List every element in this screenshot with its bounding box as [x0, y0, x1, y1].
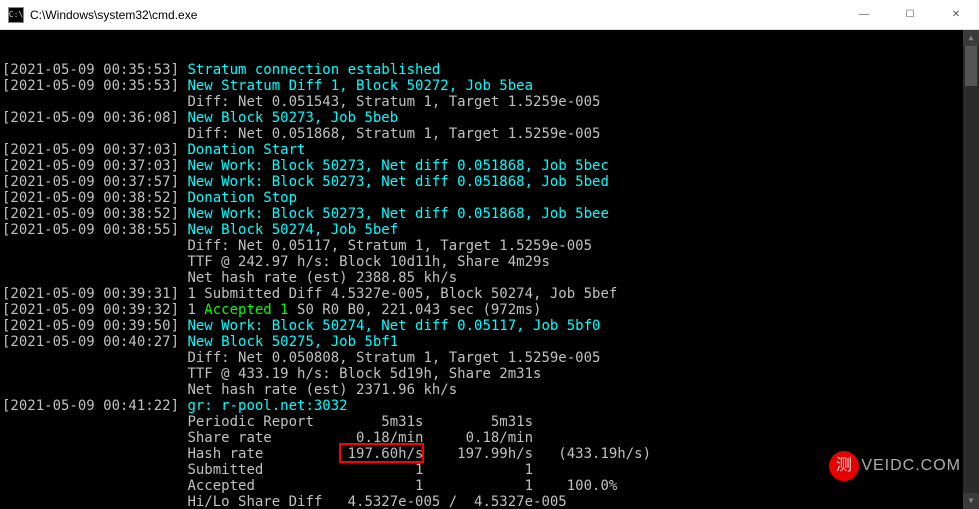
console-line: TTF @ 433.19 h/s: Block 5d19h, Share 2m3…	[2, 366, 977, 382]
console-line: [2021-05-09 00:38:55] New Block 50274, J…	[2, 222, 977, 238]
timestamp	[2, 254, 187, 270]
timestamp: [2021-05-09 00:35:53]	[2, 78, 187, 94]
watermark-badge-icon: 测	[829, 451, 859, 481]
text: New Work: Block 50273, Net diff 0.051868…	[187, 158, 608, 174]
titlebar[interactable]: C:\ C:\Windows\system32\cmd.exe — ☐ ✕	[0, 0, 979, 30]
console-output[interactable]: [2021-05-09 00:35:53] Stratum connection…	[0, 30, 979, 509]
timestamp	[2, 238, 187, 254]
text: New Work: Block 50273, Net diff 0.051868…	[187, 206, 608, 222]
timestamp: [2021-05-09 00:37:03]	[2, 142, 187, 158]
scroll-down-icon[interactable]: ▼	[963, 493, 979, 509]
console-line: [2021-05-09 00:37:57] New Work: Block 50…	[2, 174, 977, 190]
timestamp	[2, 494, 187, 509]
console-line: [2021-05-09 00:39:32] 1 Accepted 1 S0 R0…	[2, 302, 977, 318]
text: Hash rate 197.60h/s 197.99h/s (433.19h/s…	[187, 446, 651, 462]
console-line: [2021-05-09 00:39:50] New Work: Block 50…	[2, 318, 977, 334]
text: Donation Stop	[187, 190, 297, 206]
watermark-text: VEIDC.COM	[861, 458, 961, 474]
console-line: Diff: Net 0.051868, Stratum 1, Target 1.…	[2, 126, 977, 142]
timestamp	[2, 382, 187, 398]
text: Diff: Net 0.05117, Stratum 1, Target 1.5…	[187, 238, 592, 254]
text: Periodic Report 5m31s 5m31s	[187, 414, 533, 430]
text: New Work: Block 50273, Net diff 0.051868…	[187, 174, 608, 190]
timestamp	[2, 430, 187, 446]
console-line: [2021-05-09 00:35:53] New Stratum Diff 1…	[2, 78, 977, 94]
text: TTF @ 242.97 h/s: Block 10d11h, Share 4m…	[187, 254, 549, 270]
watermark: 测 VEIDC.COM	[829, 451, 961, 481]
console-line: [2021-05-09 00:37:03] New Work: Block 50…	[2, 158, 977, 174]
text: New Block 50275, Job 5bf1	[187, 334, 398, 350]
timestamp: [2021-05-09 00:38:52]	[2, 206, 187, 222]
timestamp	[2, 270, 187, 286]
text: Submitted 1 1	[187, 462, 533, 478]
console-line: Hi/Lo Share Diff 4.5327e-005 / 4.5327e-0…	[2, 494, 977, 509]
timestamp	[2, 446, 187, 462]
maximize-button[interactable]: ☐	[887, 0, 933, 29]
console-line: [2021-05-09 00:36:08] New Block 50273, J…	[2, 110, 977, 126]
timestamp: [2021-05-09 00:35:53]	[2, 62, 187, 78]
console-line: Diff: Net 0.050808, Stratum 1, Target 1.…	[2, 350, 977, 366]
text: Diff: Net 0.050808, Stratum 1, Target 1.…	[187, 350, 600, 366]
timestamp: [2021-05-09 00:36:08]	[2, 110, 187, 126]
console-line: [2021-05-09 00:35:53] Stratum connection…	[2, 62, 977, 78]
timestamp: [2021-05-09 00:40:27]	[2, 334, 187, 350]
timestamp	[2, 366, 187, 382]
console-line: [2021-05-09 00:38:52] New Work: Block 50…	[2, 206, 977, 222]
text: Hi/Lo Share Diff 4.5327e-005 / 4.5327e-0…	[187, 494, 566, 509]
timestamp: [2021-05-09 00:39:32]	[2, 302, 187, 318]
timestamp	[2, 126, 187, 142]
text: Donation Start	[187, 142, 305, 158]
console-line: [2021-05-09 00:40:27] New Block 50275, J…	[2, 334, 977, 350]
close-button[interactable]: ✕	[933, 0, 979, 29]
timestamp	[2, 462, 187, 478]
console-line: Diff: Net 0.051543, Stratum 1, Target 1.…	[2, 94, 977, 110]
console-line: [2021-05-09 00:37:03] Donation Start	[2, 142, 977, 158]
timestamp: [2021-05-09 00:41:22]	[2, 398, 187, 414]
cmd-icon: C:\	[8, 7, 24, 23]
timestamp: [2021-05-09 00:37:57]	[2, 174, 187, 190]
console-line: Net hash rate (est) 2388.85 kh/s	[2, 270, 977, 286]
scroll-up-icon[interactable]: ▲	[963, 30, 979, 46]
timestamp	[2, 478, 187, 494]
console-line: TTF @ 242.97 h/s: Block 10d11h, Share 4m…	[2, 254, 977, 270]
timestamp	[2, 350, 187, 366]
text: Stratum connection established	[187, 62, 440, 78]
text: New Work: Block 50274, Net diff 0.05117,…	[187, 318, 600, 334]
text: Share rate 0.18/min 0.18/min	[187, 430, 533, 446]
timestamp: [2021-05-09 00:38:55]	[2, 222, 187, 238]
window-title: C:\Windows\system32\cmd.exe	[24, 8, 841, 22]
window-buttons: — ☐ ✕	[841, 0, 979, 29]
console-line: [2021-05-09 00:41:22] gr: r-pool.net:303…	[2, 398, 977, 414]
scrollbar[interactable]: ▲ ▼	[963, 30, 979, 509]
text: TTF @ 433.19 h/s: Block 5d19h, Share 2m3…	[187, 366, 541, 382]
accepted-text: Accepted 1	[204, 302, 288, 318]
console-line: Net hash rate (est) 2371.96 kh/s	[2, 382, 977, 398]
text: gr: r-pool.net:3032	[187, 398, 347, 414]
console-line: [2021-05-09 00:39:31] 1 Submitted Diff 4…	[2, 286, 977, 302]
timestamp: [2021-05-09 00:38:52]	[2, 190, 187, 206]
timestamp: [2021-05-09 00:37:03]	[2, 158, 187, 174]
text: Diff: Net 0.051868, Stratum 1, Target 1.…	[187, 126, 600, 142]
text: New Stratum Diff 1, Block 50272, Job 5be…	[187, 78, 533, 94]
timestamp	[2, 414, 187, 430]
text: 1	[187, 302, 204, 318]
console-line: [2021-05-09 00:38:52] Donation Stop	[2, 190, 977, 206]
timestamp	[2, 94, 187, 110]
console-line: Periodic Report 5m31s 5m31s	[2, 414, 977, 430]
text: New Block 50274, Job 5bef	[187, 222, 398, 238]
console-line: Diff: Net 0.05117, Stratum 1, Target 1.5…	[2, 238, 977, 254]
text: 1 Submitted Diff 4.5327e-005, Block 5027…	[187, 286, 617, 302]
scroll-thumb[interactable]	[965, 46, 977, 86]
console-line: Share rate 0.18/min 0.18/min	[2, 430, 977, 446]
text: Net hash rate (est) 2371.96 kh/s	[187, 382, 457, 398]
text: Net hash rate (est) 2388.85 kh/s	[187, 270, 457, 286]
text: Diff: Net 0.051543, Stratum 1, Target 1.…	[187, 94, 600, 110]
timestamp: [2021-05-09 00:39:50]	[2, 318, 187, 334]
minimize-button[interactable]: —	[841, 0, 887, 29]
text: New Block 50273, Job 5beb	[187, 110, 398, 126]
text: Accepted 1 1 100.0%	[187, 478, 617, 494]
timestamp: [2021-05-09 00:39:31]	[2, 286, 187, 302]
text: S0 R0 B0, 221.043 sec (972ms)	[289, 302, 542, 318]
scroll-track[interactable]	[963, 46, 979, 493]
